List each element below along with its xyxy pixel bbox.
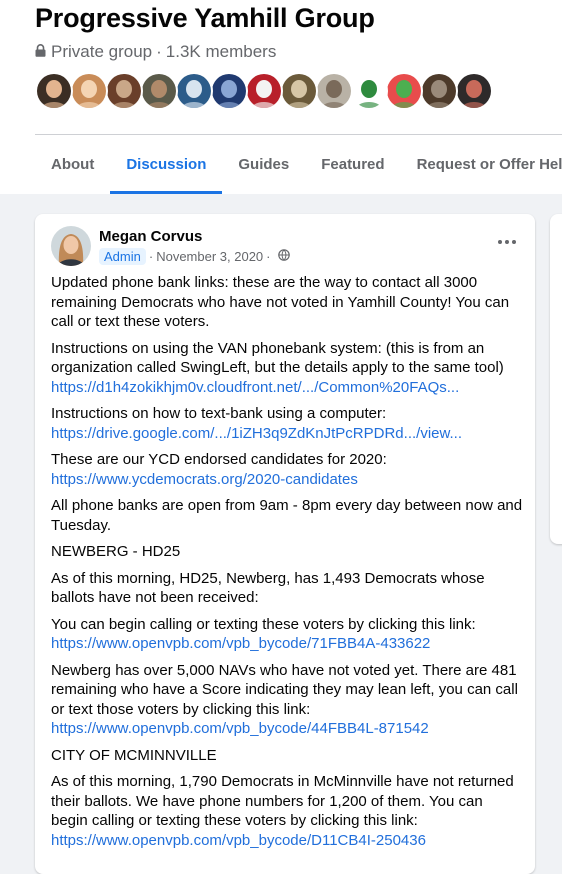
avatar-image: [457, 74, 491, 108]
post-paragraph: These are our YCD endorsed candidates fo…: [51, 450, 523, 489]
post-paragraph: Updated phone bank links: these are the …: [51, 273, 523, 332]
lock-icon: [35, 42, 46, 62]
meta-separator: ·: [266, 249, 271, 264]
paragraph-text: Updated phone bank links: these are the …: [51, 274, 510, 330]
admin-badge: Admin: [99, 248, 146, 265]
avatar-image: [317, 74, 351, 108]
member-avatars: [35, 72, 493, 110]
author-avatar[interactable]: [51, 226, 91, 266]
group-meta: Private group · 1.3K members: [35, 42, 276, 62]
group-title[interactable]: Progressive Yamhill Group: [35, 3, 375, 34]
avatar-image: [107, 74, 141, 108]
paragraph-text: Instructions on how to text-bank using a…: [51, 405, 387, 422]
paragraph-text: CITY OF MCMINNVILLE: [51, 746, 217, 764]
post-date[interactable]: November 3, 2020: [156, 249, 263, 264]
tab-guides[interactable]: Guides: [222, 135, 305, 194]
post-link[interactable]: https://d1h4zokikhjm0v.cloudfront.net/..…: [51, 379, 459, 396]
meta-separator: ·: [148, 249, 154, 264]
avatar-image: [352, 74, 386, 108]
avatar-image: [212, 74, 246, 108]
tab-featured[interactable]: Featured: [305, 135, 400, 194]
avatar-image: [142, 74, 176, 108]
post-paragraph: As of this morning, HD25, Newberg, has 1…: [51, 569, 523, 608]
post-link[interactable]: https://www.openvpb.com/vpb_bycode/71FBB…: [51, 635, 430, 652]
post-content: Updated phone bank links: these are the …: [51, 273, 523, 857]
post-paragraph: As of this morning, 1,790 Democrats in M…: [51, 772, 523, 850]
avatar-image: [282, 74, 316, 108]
post-paragraph: Newberg has over 5,000 NAVs who have not…: [51, 661, 523, 739]
post-link[interactable]: https://www.openvpb.com/vpb_bycode/44FBB…: [51, 720, 429, 737]
privacy-label[interactable]: Private group: [51, 42, 152, 62]
group-tabs: About Discussion Guides Featured Request or …: [35, 135, 562, 194]
post-link[interactable]: https://drive.google.com/.../1iZH3q9ZdKn…: [51, 425, 462, 442]
member-avatar[interactable]: [210, 72, 248, 110]
avatar-image: [72, 74, 106, 108]
post-card: Megan Corvus Admin · November 3, 2020 · …: [35, 214, 535, 874]
post-paragraph: Instructions on using the VAN phonebank …: [51, 339, 523, 398]
paragraph-text: You can begin calling or texting these v…: [51, 615, 476, 633]
paragraph-text: As of this morning, 1,790 Democrats in M…: [51, 773, 514, 829]
paragraph-text: All phone banks are open from 9am - 8pm …: [51, 497, 523, 534]
paragraph-text: These are our YCD endorsed candidates fo…: [51, 451, 387, 468]
paragraph-text: Instructions on using the VAN phonebank …: [51, 339, 504, 377]
tab-discussion[interactable]: Discussion: [110, 135, 223, 194]
side-panel-card: [550, 214, 562, 544]
member-avatar[interactable]: [140, 72, 178, 110]
more-options-icon[interactable]: [495, 234, 519, 250]
member-avatar[interactable]: [105, 72, 143, 110]
paragraph-text: Newberg has over 5,000 NAVs who have not…: [51, 661, 518, 718]
member-avatar[interactable]: [35, 72, 73, 110]
post-paragraph: CITY OF MCMINNVILLE: [51, 746, 523, 766]
member-avatar[interactable]: [315, 72, 353, 110]
member-avatar[interactable]: [350, 72, 388, 110]
avatar-image: [177, 74, 211, 108]
avatar-image: [387, 74, 421, 108]
post-link[interactable]: https://www.ycdemocrats.org/2020-candida…: [51, 471, 358, 488]
post-meta: Admin · November 3, 2020 ·: [99, 248, 290, 265]
member-count[interactable]: 1.3K members: [166, 42, 277, 62]
post-link[interactable]: https://www.openvpb.com/vpb_bycode/D11CB…: [51, 832, 426, 849]
avatar-image: [422, 74, 456, 108]
member-avatar[interactable]: [245, 72, 283, 110]
post-paragraph: All phone banks are open from 9am - 8pm …: [51, 496, 523, 535]
post-paragraph: NEWBERG - HD25: [51, 542, 523, 562]
post-paragraph: You can begin calling or texting these v…: [51, 615, 523, 654]
paragraph-text: As of this morning, HD25, Newberg, has 1…: [51, 569, 485, 607]
member-avatar[interactable]: [70, 72, 108, 110]
member-avatar[interactable]: [175, 72, 213, 110]
member-avatar[interactable]: [385, 72, 423, 110]
member-avatar[interactable]: [280, 72, 318, 110]
globe-icon: [277, 249, 290, 264]
avatar-image: [247, 74, 281, 108]
member-avatar[interactable]: [420, 72, 458, 110]
post-paragraph: Instructions on how to text-bank using a…: [51, 404, 523, 443]
author-name[interactable]: Megan Corvus: [99, 228, 202, 245]
avatar-image: [37, 74, 71, 108]
meta-separator: ·: [156, 42, 162, 61]
group-header: Progressive Yamhill Group Private group …: [0, 0, 562, 194]
tab-about[interactable]: About: [35, 135, 110, 194]
tab-request-or-offer-help[interactable]: Request or Offer Help: [401, 135, 562, 194]
member-avatar[interactable]: [455, 72, 493, 110]
paragraph-text: NEWBERG - HD25: [51, 543, 181, 560]
